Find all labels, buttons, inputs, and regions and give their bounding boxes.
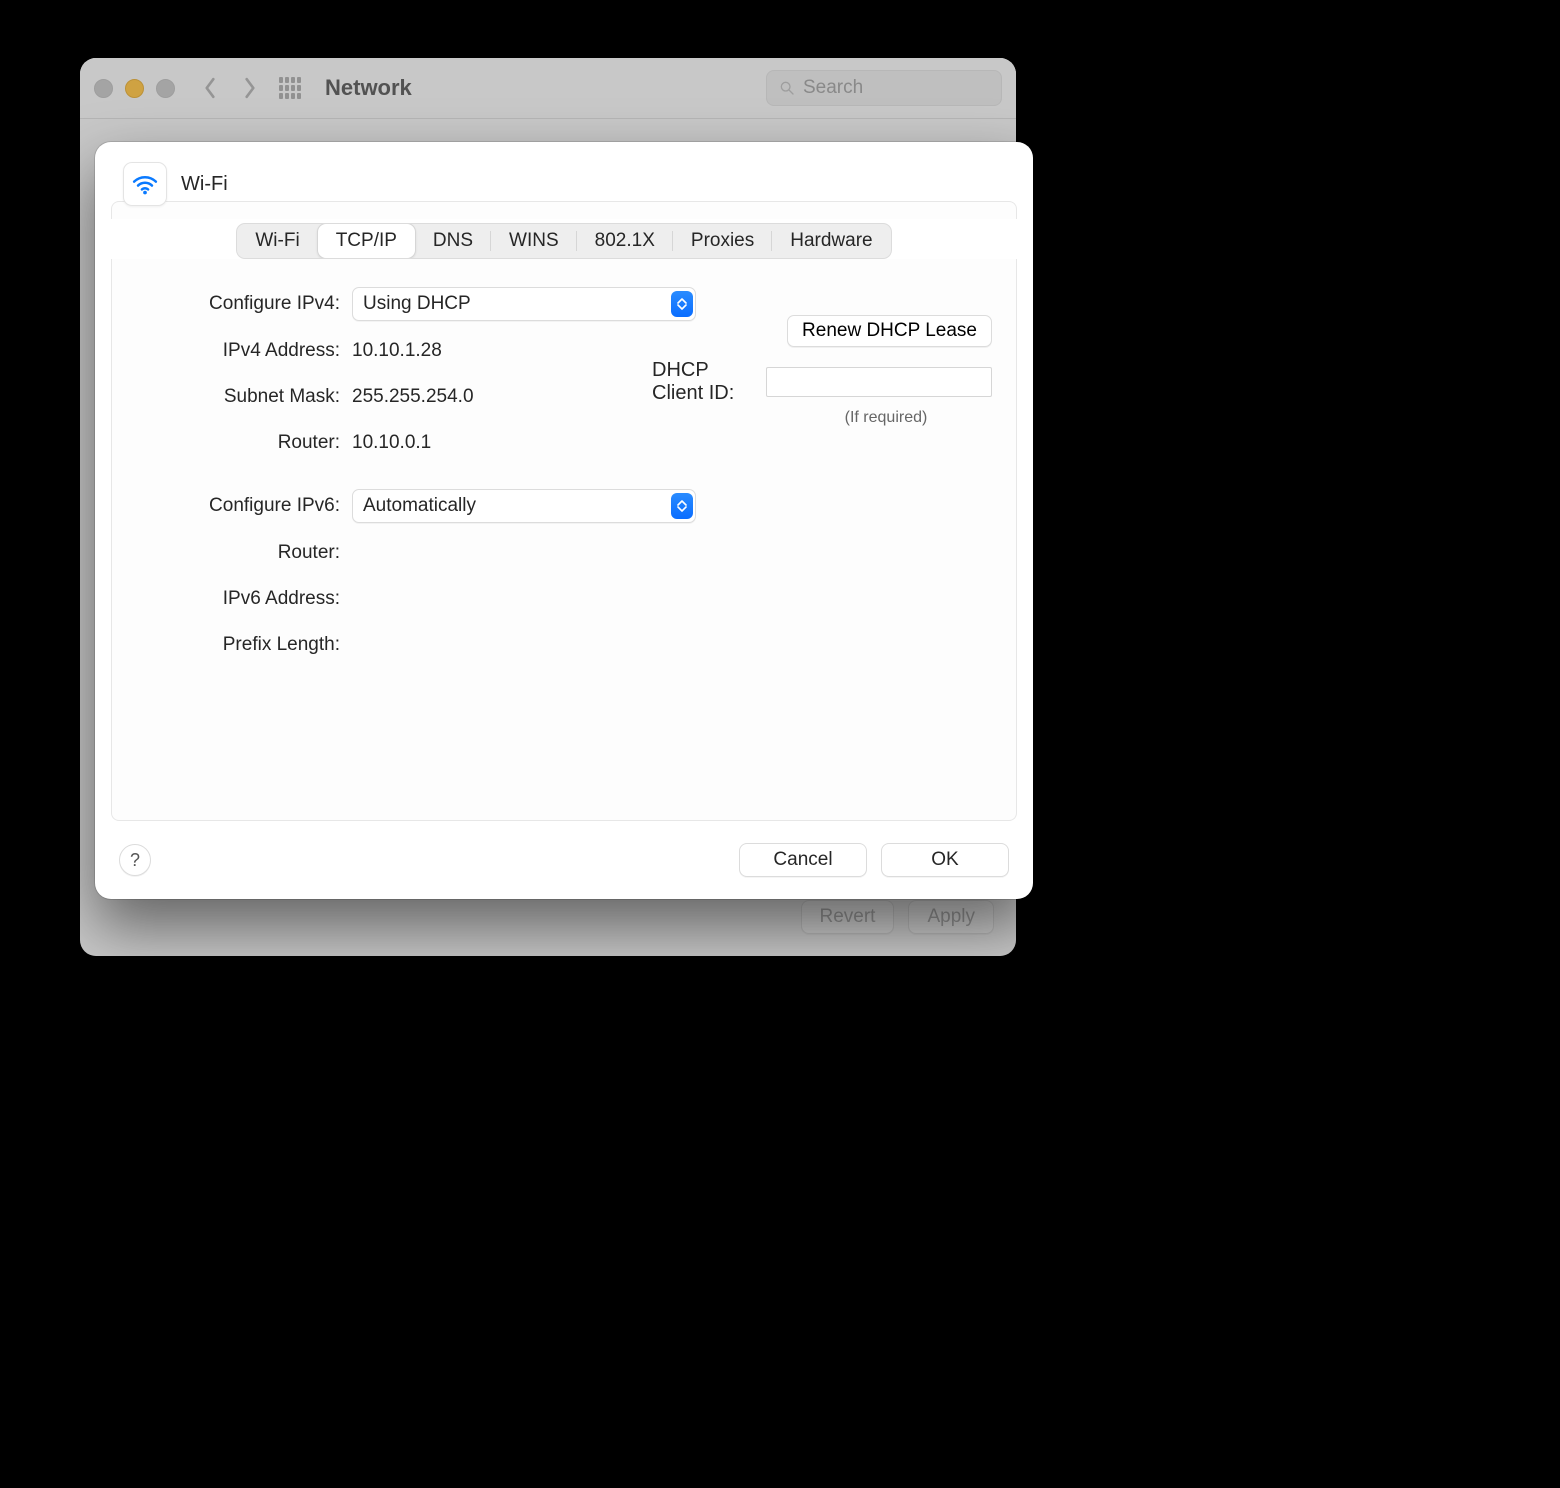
updown-stepper-icon — [671, 493, 693, 519]
renew-dhcp-lease-button[interactable]: Renew DHCP Lease — [787, 315, 992, 347]
search-icon — [779, 80, 795, 96]
window-title: Network — [325, 75, 412, 101]
tcpip-panel: Configure IPv4: Using DHCP IPv4 Address:… — [111, 259, 1017, 821]
tab-wins[interactable]: WINS — [491, 224, 577, 258]
sheet-footer: ? Cancel OK — [95, 833, 1033, 899]
configure-ipv4-value: Using DHCP — [363, 293, 471, 315]
chevron-left-icon — [203, 77, 217, 99]
wifi-icon — [123, 162, 167, 206]
nav-back-button[interactable] — [195, 68, 225, 108]
tab-tcpip[interactable]: TCP/IP — [317, 223, 416, 259]
updown-stepper-icon — [671, 291, 693, 317]
subnet-mask-label: Subnet Mask: — [136, 386, 352, 408]
sheet-header: Wi-Fi — [95, 142, 1033, 218]
search-placeholder: Search — [803, 77, 863, 99]
nav-forward-button[interactable] — [235, 68, 265, 108]
tab-8021x[interactable]: 802.1X — [577, 224, 673, 258]
ipv4-router-value: 10.10.0.1 — [352, 432, 431, 454]
revert-button[interactable]: Revert — [801, 900, 895, 934]
zoom-window-button[interactable] — [156, 79, 175, 98]
ipv4-address-value: 10.10.1.28 — [352, 340, 442, 362]
ipv6-router-label: Router: — [136, 542, 352, 564]
dhcp-client-id-label: DHCP Client ID: — [652, 359, 754, 405]
chevron-right-icon — [243, 77, 257, 99]
ipv4-router-label: Router: — [136, 432, 352, 454]
ipv4-address-label: IPv4 Address: — [136, 340, 352, 362]
advanced-network-sheet: Wi-Fi Wi-Fi TCP/IP DNS WINS 802.1X Proxi… — [95, 142, 1033, 899]
tab-dns[interactable]: DNS — [415, 224, 491, 258]
dhcp-client-id-field[interactable] — [766, 367, 992, 397]
help-button[interactable]: ? — [119, 844, 151, 876]
tab-proxies[interactable]: Proxies — [673, 224, 772, 258]
configure-ipv6-value: Automatically — [363, 495, 476, 517]
configure-ipv6-label: Configure IPv6: — [136, 495, 352, 517]
titlebar: Network Search — [80, 58, 1016, 119]
configure-ipv4-label: Configure IPv4: — [136, 293, 352, 315]
dhcp-client-id-hint: (If required) — [780, 409, 992, 427]
show-all-prefs-button[interactable] — [279, 77, 301, 99]
window-controls — [94, 79, 175, 98]
prefix-length-label: Prefix Length: — [136, 634, 352, 656]
cancel-button[interactable]: Cancel — [739, 843, 867, 877]
configure-ipv4-select[interactable]: Using DHCP — [352, 287, 696, 321]
interface-name: Wi-Fi — [181, 173, 228, 196]
minimize-window-button[interactable] — [125, 79, 144, 98]
configure-ipv6-select[interactable]: Automatically — [352, 489, 696, 523]
tab-hardware[interactable]: Hardware — [772, 224, 890, 258]
ipv6-address-label: IPv6 Address: — [136, 588, 352, 610]
subnet-mask-value: 255.255.254.0 — [352, 386, 474, 408]
ok-button[interactable]: OK — [881, 843, 1009, 877]
tab-wifi[interactable]: Wi-Fi — [237, 224, 317, 258]
search-field[interactable]: Search — [766, 70, 1002, 106]
close-window-button[interactable] — [94, 79, 113, 98]
apply-button[interactable]: Apply — [908, 900, 994, 934]
sheet-tabs: Wi-Fi TCP/IP DNS WINS 802.1X Proxies Har… — [236, 223, 891, 259]
network-pane-footer: Revert Apply — [801, 900, 995, 934]
